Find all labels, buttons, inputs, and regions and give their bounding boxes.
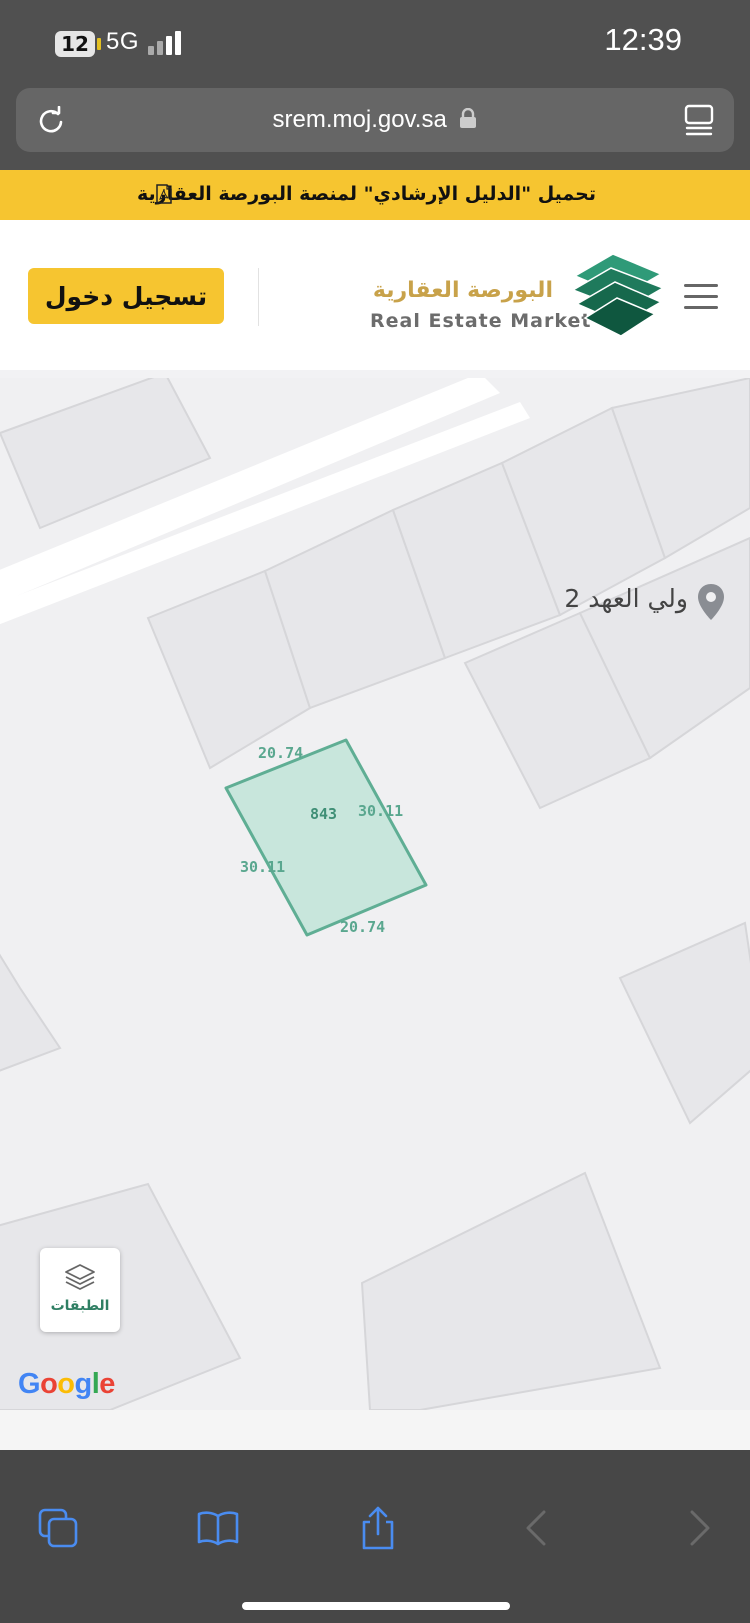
google-letter: o bbox=[40, 1368, 58, 1400]
parcel-number[interactable]: 843 bbox=[310, 805, 337, 823]
login-button[interactable]: تسجيل دخول bbox=[28, 268, 224, 324]
reader-icon[interactable] bbox=[684, 104, 714, 136]
status-bar: 12 5G 12:39 bbox=[0, 0, 750, 88]
layers-label: الطبقات bbox=[50, 1298, 110, 1314]
map-view[interactable]: ولي العهد 2 20.74 30.11 30.11 20.74 843 … bbox=[0, 378, 750, 1410]
layers-button[interactable]: الطبقات bbox=[40, 1248, 120, 1332]
site-header: تسجيل دخول البورصة العقارية Real Estate … bbox=[0, 220, 750, 370]
parcel-right-length: 30.11 bbox=[358, 802, 404, 820]
hamburger-icon[interactable] bbox=[684, 284, 718, 310]
url-display[interactable]: srem.moj.gov.sa bbox=[16, 106, 734, 134]
url-text: srem.moj.gov.sa bbox=[272, 106, 447, 133]
pdf-icon bbox=[156, 184, 172, 204]
clock: 12:39 bbox=[604, 22, 682, 57]
layers-icon bbox=[65, 1264, 95, 1290]
brand-name-arabic: البورصة العقارية bbox=[372, 278, 553, 303]
page-footer-strip bbox=[0, 1410, 750, 1450]
google-letter: G bbox=[18, 1368, 41, 1400]
guide-download-banner[interactable]: تحميل "الدليل الإرشادي" لمنصة البورصة ال… bbox=[0, 170, 750, 220]
address-bar[interactable]: srem.moj.gov.sa bbox=[16, 88, 734, 152]
back-icon[interactable] bbox=[516, 1506, 560, 1550]
header-divider bbox=[258, 268, 259, 326]
brand-name-english: Real Estate Market bbox=[370, 310, 592, 332]
google-letter: e bbox=[99, 1368, 115, 1400]
banner-text[interactable]: تحميل "الدليل الإرشادي" لمنصة البورصة ال… bbox=[137, 183, 596, 205]
forward-icon[interactable] bbox=[676, 1506, 720, 1550]
poi-pin-icon[interactable] bbox=[696, 582, 726, 622]
network-label: 5G bbox=[106, 28, 140, 55]
battery-tip bbox=[97, 38, 101, 50]
bookmarks-icon[interactable] bbox=[196, 1506, 240, 1550]
tabs-icon[interactable] bbox=[36, 1506, 80, 1550]
google-logo: Google bbox=[18, 1368, 115, 1401]
home-indicator[interactable] bbox=[242, 1602, 510, 1610]
signal-icon bbox=[148, 31, 188, 55]
google-letter: g bbox=[74, 1368, 93, 1400]
battery-icon: 12 bbox=[55, 31, 95, 57]
battery-level: 12 bbox=[61, 32, 89, 56]
browser-address-area: srem.moj.gov.sa bbox=[0, 88, 750, 170]
parcel-bottom-length: 20.74 bbox=[340, 918, 386, 936]
lock-icon bbox=[460, 108, 477, 128]
real-estate-market-logo-icon[interactable] bbox=[571, 250, 667, 338]
parcel-polygon[interactable] bbox=[224, 738, 428, 937]
poi-label[interactable]: ولي العهد 2 bbox=[520, 584, 688, 613]
parcel-left-length: 30.11 bbox=[240, 858, 286, 876]
share-icon[interactable] bbox=[356, 1506, 400, 1550]
browser-toolbar bbox=[0, 1450, 750, 1623]
parcel-top-length: 20.74 bbox=[258, 744, 304, 762]
google-letter: o bbox=[57, 1368, 75, 1400]
